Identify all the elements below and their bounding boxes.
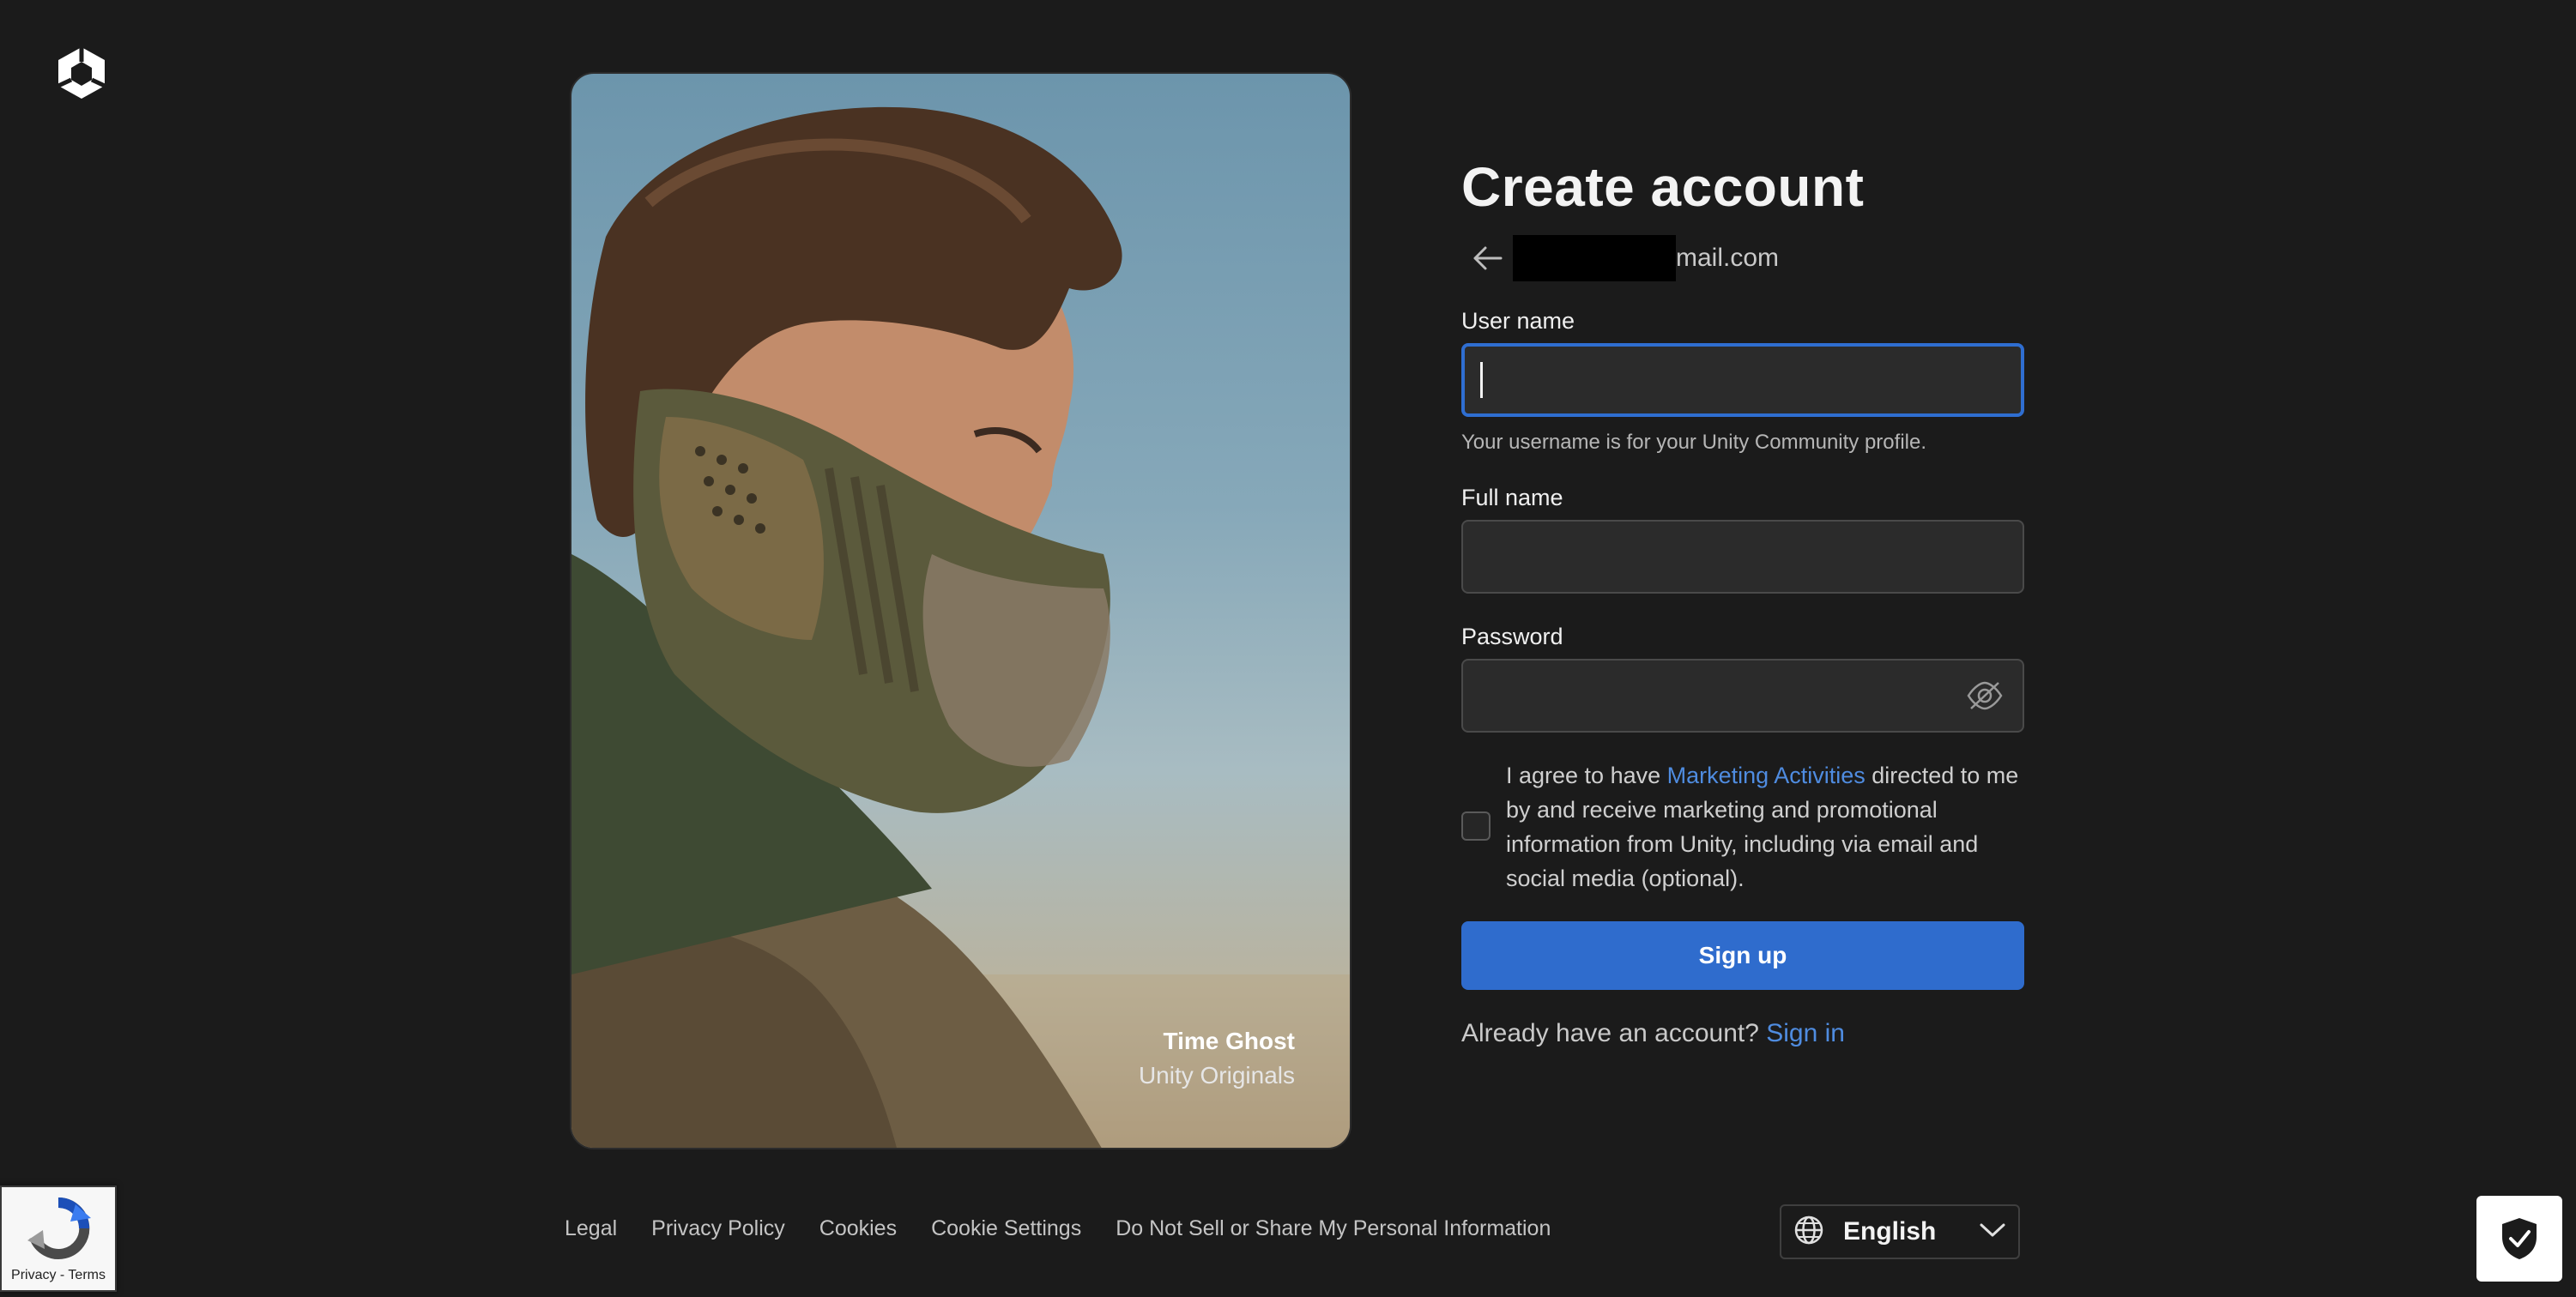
marketing-consent: I agree to have Marketing Activities dir… (1461, 758, 2024, 896)
sign-up-button[interactable]: Sign up (1461, 921, 2024, 990)
footer-link-do-not-sell[interactable]: Do Not Sell or Share My Personal Informa… (1116, 1216, 1551, 1241)
footer-link-cookies[interactable]: Cookies (819, 1216, 897, 1241)
marketing-checkbox[interactable] (1461, 811, 1491, 841)
chevron-down-icon (1979, 1222, 2006, 1243)
footer-link-privacy-policy[interactable]: Privacy Policy (651, 1216, 785, 1241)
email-redacted (1513, 235, 1676, 281)
hero-caption: Time Ghost Unity Originals (1139, 1024, 1295, 1093)
shield-check-icon[interactable] (2476, 1196, 2562, 1282)
language-select[interactable]: English (1780, 1204, 2020, 1259)
unity-logo-icon[interactable] (53, 45, 110, 101)
recaptcha-icon (24, 1196, 93, 1265)
text-caret (1480, 362, 1483, 398)
footer-link-cookie-settings[interactable]: Cookie Settings (931, 1216, 1081, 1241)
footer-link-legal[interactable]: Legal (565, 1216, 617, 1241)
hero-illustration (571, 106, 1350, 1148)
email-row: mail.com (1461, 233, 2024, 283)
username-input[interactable] (1461, 343, 2024, 417)
globe-icon (1793, 1215, 1824, 1250)
fullname-label: Full name (1461, 485, 1563, 510)
email-suffix: mail.com (1676, 244, 1780, 272)
eye-off-icon[interactable] (1966, 680, 2004, 711)
language-value: English (1843, 1217, 1937, 1246)
username-helper: Your username is for your Unity Communit… (1461, 431, 1926, 454)
hero-subtitle: Unity Originals (1138, 1062, 1295, 1089)
recaptcha-privacy-terms[interactable]: Privacy - Terms (2, 1268, 115, 1283)
password-input[interactable] (1461, 659, 2024, 733)
footer-links: Legal Privacy Policy Cookies Cookie Sett… (565, 1216, 1551, 1241)
signup-form: Create account mail.com User name Your u… (1461, 146, 2024, 1048)
marketing-activities-link[interactable]: Marketing Activities (1667, 763, 1865, 788)
sign-in-link[interactable]: Sign in (1766, 1019, 1845, 1047)
page-title: Create account (1461, 156, 1865, 218)
consent-text: I agree to have Marketing Activities dir… (1506, 758, 2024, 896)
back-arrow-icon[interactable] (1461, 233, 1513, 283)
consent-prefix: I agree to have (1506, 763, 1667, 788)
fullname-input[interactable] (1461, 520, 2024, 594)
password-label: Password (1461, 624, 1563, 649)
hero-title: Time Ghost (1163, 1028, 1295, 1054)
username-label: User name (1461, 308, 1575, 334)
hero-image: Time Ghost Unity Originals (570, 72, 1351, 1149)
signin-prompt: Already have an account? (1461, 1019, 1767, 1047)
signin-row: Already have an account? Sign in (1461, 1019, 2024, 1048)
recaptcha-badge[interactable]: Privacy - Terms (0, 1185, 117, 1292)
